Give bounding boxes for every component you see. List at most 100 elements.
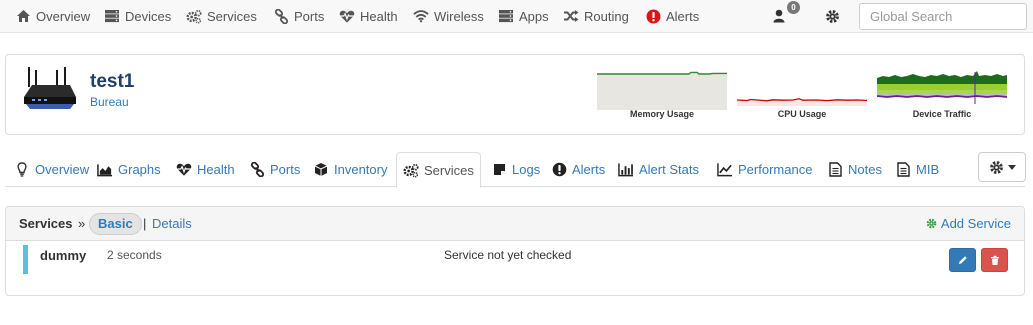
device-traffic-label: Device Traffic: [912, 109, 972, 119]
tab-ports[interactable]: Ports: [243, 152, 306, 187]
tab-mib-label: MIB: [916, 162, 940, 177]
service-name: dummy: [40, 248, 87, 263]
edit-service-button[interactable]: [949, 248, 976, 272]
caret-down-icon: [1007, 164, 1016, 170]
apps-icon: [498, 8, 514, 24]
tab-notes-label: Notes: [848, 162, 882, 177]
file-text-icon: [895, 162, 911, 178]
details-view-link[interactable]: Details: [152, 216, 192, 231]
trash-icon: [990, 255, 1000, 266]
nav-health[interactable]: Health: [339, 0, 398, 32]
device-traffic-graph[interactable]: [877, 70, 1007, 110]
nav-services-label: Services: [207, 8, 257, 24]
server-icon: [104, 8, 120, 24]
tab-overview-label: Overview: [35, 162, 90, 177]
tab-performance[interactable]: Performance: [711, 152, 818, 187]
gear-icon: [824, 8, 840, 24]
tab-overview[interactable]: Overview: [8, 152, 95, 187]
line-chart-icon: [717, 162, 733, 178]
tab-health[interactable]: Health: [170, 152, 241, 187]
memory-usage-graph[interactable]: [597, 70, 727, 110]
tab-notes[interactable]: Notes: [821, 152, 888, 187]
heartbeat-icon: [176, 162, 192, 178]
home-icon: [15, 8, 31, 24]
services-title: Services: [19, 216, 73, 231]
random-icon: [563, 8, 579, 24]
bar-chart-icon: [618, 162, 634, 178]
nav-alerts-label: Alerts: [666, 8, 700, 24]
exclamation-circle-icon: [551, 162, 567, 178]
pencil-icon: [958, 255, 968, 265]
settings-menu[interactable]: [824, 0, 840, 32]
nav-services[interactable]: Services: [186, 0, 257, 32]
nav-routing[interactable]: Routing: [563, 0, 629, 32]
nav-wireless[interactable]: Wireless: [413, 0, 484, 32]
device-header-panel: test1 Bureau Memory Usage CPU Usage Devi…: [5, 54, 1025, 135]
global-search-input[interactable]: [859, 3, 1027, 30]
services-panel: Services » Basic | Details Add Service d…: [5, 206, 1025, 296]
view-separator: |: [143, 216, 147, 231]
tab-logs-label: Logs: [512, 162, 541, 177]
user-menu[interactable]: [771, 0, 787, 32]
cube-icon: [313, 162, 329, 178]
breadcrumb-separator: »: [78, 216, 86, 231]
cogs-icon: [403, 162, 419, 178]
tab-performance-label: Performance: [738, 162, 813, 177]
cpu-usage-label: CPU Usage: [777, 109, 827, 119]
router-icon: [22, 67, 78, 113]
device-tabs: Overview Graphs Health Ports Inventory S…: [5, 152, 1026, 188]
service-status-indicator: [23, 245, 28, 274]
services-panel-header: Services » Basic | Details Add Service: [6, 207, 1024, 241]
service-last-changed: 2 seconds: [107, 248, 162, 262]
nav-apps-label: Apps: [519, 8, 549, 24]
nav-ports-label: Ports: [294, 8, 325, 24]
delete-service-button[interactable]: [981, 248, 1008, 272]
tab-graphs[interactable]: Graphs: [91, 152, 167, 187]
nav-overview[interactable]: Overview: [15, 0, 90, 32]
device-location[interactable]: Bureau: [90, 95, 129, 109]
nav-devices[interactable]: Devices: [104, 0, 171, 32]
tab-inventory[interactable]: Inventory: [307, 152, 393, 187]
file-text-icon: [827, 162, 843, 178]
cog-icon: [926, 218, 937, 229]
link-icon: [249, 162, 265, 178]
device-actions-dropdown[interactable]: [978, 152, 1026, 182]
lightbulb-icon: [14, 162, 30, 178]
top-navbar: Overview Devices Services Ports Health W…: [0, 0, 1033, 33]
cpu-usage-graph[interactable]: [737, 70, 867, 110]
tab-mib[interactable]: MIB: [889, 152, 945, 187]
service-row: dummy 2 seconds Service not yet checked: [6, 241, 1024, 281]
tab-ports-label: Ports: [270, 162, 301, 177]
link-icon: [273, 8, 289, 24]
tab-alerts-label: Alerts: [572, 162, 606, 177]
memory-usage-label: Memory Usage: [629, 109, 695, 119]
notification-badge: 0: [787, 1, 800, 14]
sticky-note-icon: [491, 162, 507, 178]
nav-overview-label: Overview: [36, 8, 91, 24]
add-service-label: Add Service: [940, 216, 1011, 231]
add-service-button[interactable]: Add Service: [926, 216, 1011, 231]
nav-ports[interactable]: Ports: [273, 0, 324, 32]
service-message: Service not yet checked: [444, 248, 572, 262]
wifi-icon: [413, 8, 429, 24]
tab-graphs-label: Graphs: [118, 162, 161, 177]
tab-inventory-label: Inventory: [334, 162, 388, 177]
nav-devices-label: Devices: [125, 8, 172, 24]
nav-apps[interactable]: Apps: [498, 0, 549, 32]
tab-alert-stats-label: Alert Stats: [639, 162, 699, 177]
tab-services[interactable]: Services: [396, 152, 481, 188]
nav-health-label: Health: [360, 8, 398, 24]
gear-icon: [989, 160, 1004, 175]
nav-wireless-label: Wireless: [434, 8, 484, 24]
tab-alerts[interactable]: Alerts: [545, 152, 611, 187]
heartbeat-icon: [339, 8, 355, 24]
area-chart-icon: [97, 162, 113, 178]
tab-health-label: Health: [197, 162, 235, 177]
device-hostname[interactable]: test1: [90, 71, 134, 93]
tab-logs[interactable]: Logs: [485, 152, 546, 187]
user-icon: [771, 8, 787, 24]
tab-alert-stats[interactable]: Alert Stats: [612, 152, 705, 187]
basic-view-button[interactable]: Basic: [89, 213, 142, 235]
nav-alerts[interactable]: Alerts: [645, 0, 699, 32]
nav-routing-label: Routing: [584, 8, 629, 24]
